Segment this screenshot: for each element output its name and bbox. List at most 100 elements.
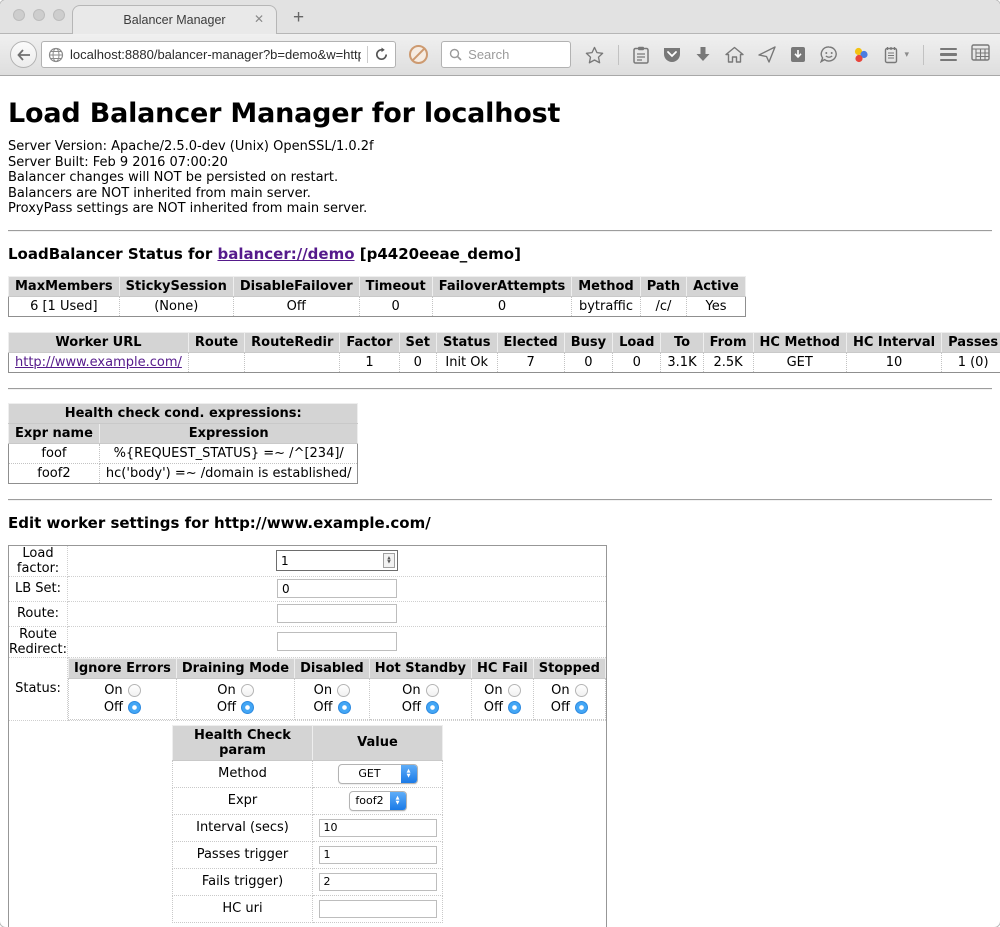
tab-balancer-manager[interactable]: Balancer Manager ✕ (72, 5, 277, 34)
balancer-status-table: MaxMembers StickySession DisableFailover… (8, 276, 746, 317)
back-button[interactable] (10, 41, 37, 68)
status-stopped-cell: On Off (533, 678, 605, 719)
radio-off[interactable] (575, 701, 588, 714)
select-arrows-icon: ▲▼ (401, 765, 417, 783)
table-cell: 0 (564, 352, 612, 372)
toolbar-divider (618, 45, 619, 65)
column-header: DisableFailover (233, 276, 359, 296)
home-icon[interactable] (725, 46, 744, 63)
hc-row-method: Method GET ▲▼ (173, 760, 443, 787)
field-label: Route: (9, 601, 68, 626)
menu-icon[interactable] (940, 48, 957, 62)
radio-off[interactable] (128, 701, 141, 714)
server-version: Server Version: Apache/2.5.0-dev (Unix) … (8, 139, 992, 155)
load-factor-field[interactable]: ▲▼ (276, 550, 398, 571)
column-header: Disabled (295, 658, 370, 678)
hc-uri-input[interactable] (319, 900, 437, 918)
notice-persist: Balancer changes will NOT be persisted o… (8, 170, 992, 186)
download-icon[interactable] (695, 46, 711, 63)
table-cell: GET (753, 352, 846, 372)
container-icon[interactable] (884, 46, 898, 64)
column-header: Stopped (533, 658, 605, 678)
reading-list-icon[interactable] (633, 46, 649, 64)
route-input[interactable] (277, 604, 397, 623)
number-spinner-icon[interactable]: ▲▼ (383, 553, 395, 568)
column-header: Expr name (9, 423, 100, 443)
worker-url-cell: http://www.example.com/ (9, 352, 189, 372)
expr-select[interactable]: foof2 ▲▼ (349, 791, 407, 811)
table-cell: 10 (846, 352, 941, 372)
back-arrow-icon (17, 49, 31, 61)
search-box[interactable]: Search (441, 41, 571, 68)
status-label: Status: (9, 657, 68, 720)
radio-off[interactable] (508, 701, 521, 714)
load-factor-input[interactable] (277, 553, 383, 569)
column-header: Active (687, 276, 746, 296)
chat-icon[interactable] (820, 46, 838, 63)
toolbar-divider (923, 45, 924, 65)
worker-table: Worker URL Route RouteRedir Factor Set S… (8, 332, 1000, 373)
dropdown-caret-icon[interactable]: ▾ (904, 49, 909, 60)
column-header: Timeout (359, 276, 432, 296)
radio-off[interactable] (241, 701, 254, 714)
column-header: Path (640, 276, 686, 296)
column-header: Elected (497, 332, 564, 352)
radio-on[interactable] (426, 684, 439, 697)
table-cell: Off (233, 296, 359, 316)
hc-row-interval: Interval (secs) (173, 814, 443, 841)
form-row-status: Status: Ignore Errors Draining Mode Disa… (9, 657, 607, 720)
hc-row-passes: Passes trigger (173, 841, 443, 868)
field-label: Route Redirect: (9, 626, 68, 657)
table-cell (245, 352, 340, 372)
passes-input[interactable] (319, 846, 437, 864)
method-select[interactable]: GET ▲▼ (338, 764, 418, 784)
radio-on[interactable] (128, 684, 141, 697)
pocket-icon[interactable] (663, 46, 681, 63)
adblock-icon[interactable] (408, 44, 429, 65)
table-row: foof2 hc('body') =~ /domain is establish… (9, 463, 358, 483)
hc-expressions-table: Health check cond. expressions: Expr nam… (8, 403, 358, 484)
tab-close-icon[interactable]: ✕ (254, 13, 264, 25)
radio-on[interactable] (575, 684, 588, 697)
hc-row-fails: Fails trigger) (173, 868, 443, 895)
page-content: Load Balancer Manager for localhost Serv… (0, 98, 1000, 927)
minimize-window-button[interactable] (33, 9, 45, 21)
url-text[interactable]: localhost:8880/balancer-manager?b=demo&w… (70, 47, 361, 62)
send-icon[interactable] (758, 46, 776, 63)
column-header: HC Interval (846, 332, 941, 352)
radio-off[interactable] (338, 701, 351, 714)
tab-title: Balancer Manager (123, 13, 225, 27)
route-redirect-input[interactable] (277, 632, 397, 651)
url-bar[interactable]: localhost:8880/balancer-manager?b=demo&w… (41, 41, 396, 68)
status-hot-standby-cell: On Off (369, 678, 471, 719)
radio-on[interactable] (508, 684, 521, 697)
radio-off[interactable] (426, 701, 439, 714)
notice-inherit-proxypass: ProxyPass settings are NOT inherited fro… (8, 201, 992, 217)
reload-icon[interactable] (374, 47, 389, 62)
radio-on[interactable] (337, 684, 350, 697)
save-page-icon[interactable] (790, 46, 806, 63)
param-label: HC uri (173, 895, 313, 922)
column-header: Load (613, 332, 661, 352)
column-header: Draining Mode (176, 658, 294, 678)
form-row-route-redirect: Route Redirect: (9, 626, 607, 657)
close-window-button[interactable] (13, 9, 25, 21)
table-cell: 0 (359, 296, 432, 316)
bookmark-star-icon[interactable] (585, 46, 604, 64)
lb-set-input[interactable] (277, 579, 397, 598)
new-tab-button[interactable]: + (293, 7, 304, 29)
traffic-lights[interactable] (13, 9, 65, 21)
apps-grid-icon[interactable] (971, 44, 990, 66)
hc-row-hc-uri: HC uri (173, 895, 443, 922)
table-cell: 3.1K (661, 352, 703, 372)
colored-dots-icon[interactable] (852, 46, 870, 64)
notice-inherit-balancers: Balancers are NOT inherited from main se… (8, 186, 992, 202)
zoom-window-button[interactable] (53, 9, 65, 21)
server-built: Server Built: Feb 9 2016 07:00:20 (8, 155, 992, 171)
radio-on[interactable] (241, 684, 254, 697)
tab-bar: Balancer Manager ✕ + (0, 0, 1000, 33)
fails-input[interactable] (319, 873, 437, 891)
balancer-link[interactable]: balancer://demo (217, 245, 354, 263)
interval-input[interactable] (319, 819, 437, 837)
worker-url-link[interactable]: http://www.example.com/ (15, 355, 182, 370)
